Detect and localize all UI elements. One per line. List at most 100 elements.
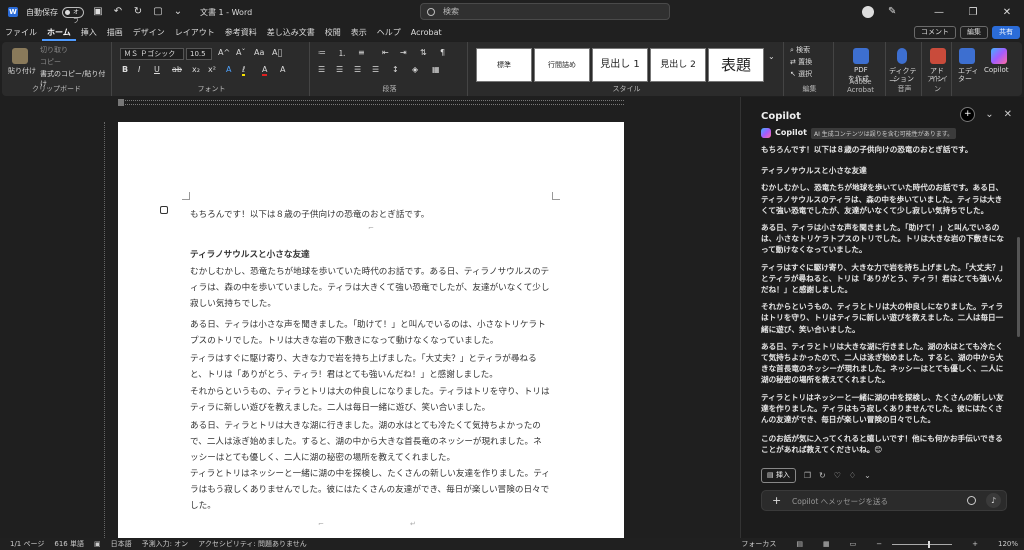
copy-icon[interactable]: ❐ [804,471,811,480]
tab-acrobat[interactable]: Acrobat [406,24,447,41]
font-size-select[interactable]: 10.5 [186,48,212,60]
line-spacing-icon[interactable]: ↕ [392,65,399,74]
indent-marker[interactable] [118,99,124,106]
decrease-indent-icon[interactable]: ⇤ [382,48,389,57]
status-accessibility[interactable]: アクセシビリティ: 問題ありません [198,539,307,549]
redo-icon[interactable]: ↻ [132,6,144,18]
bold-icon[interactable]: B [122,65,128,74]
borders-icon[interactable]: ▦ [432,65,440,74]
style-heading-1[interactable]: 見出し 1 [592,48,648,82]
pane-scrollbar[interactable] [1017,237,1020,337]
zoom-slider[interactable] [892,540,953,548]
comment-button[interactable]: コメント [914,26,956,39]
justify-icon[interactable]: ☰ [372,65,379,74]
copy-button[interactable]: コピー [40,57,61,67]
microphone-icon[interactable]: ♪ [986,493,1001,508]
copilot-ribbon-button[interactable]: Copilot [984,66,1009,74]
increase-indent-icon[interactable]: ⇥ [400,48,407,57]
thumbs-down-icon[interactable]: ♢ [849,471,856,480]
tab-mailings[interactable]: 差し込み文書 [262,24,320,41]
tab-insert[interactable]: 挿入 [76,24,102,41]
refresh-icon[interactable]: ↻ [819,471,826,480]
document-page[interactable]: もちろんです！以下は８歳の子供向けの恐竜のおとぎ話です。 ⌐ ティラノサウルスと… [118,122,624,542]
chevron-down-icon[interactable]: ⌄ [985,109,993,120]
new-chat-icon[interactable]: + [960,107,976,122]
search-box[interactable]: 検索 [420,3,670,20]
restore-button[interactable]: ❐ [956,7,990,18]
copilot-inline-icon[interactable] [160,206,168,214]
shading-icon[interactable]: ◈ [412,65,418,74]
status-page[interactable]: 1/1 ページ [10,539,44,549]
cut-button[interactable]: 切り取り [40,45,68,55]
share-button[interactable]: 共有 [992,26,1020,39]
find-button[interactable]: ⌕ 検索 [790,45,810,55]
new-doc-icon[interactable]: ▢ [152,6,164,18]
align-center-icon[interactable]: ☰ [336,65,343,74]
underline-icon[interactable]: U [154,65,160,74]
replace-button[interactable]: ⇄ 置換 [790,57,812,67]
shrink-font-icon[interactable]: Aˇ [236,48,245,57]
style-heading-2[interactable]: 見出し 2 [650,48,706,82]
status-words[interactable]: 616 単語 [54,539,84,549]
copilot-message-input[interactable]: + Copilot へメッセージを送る ♪ [761,490,1007,511]
style-no-spacing[interactable]: 行間詰め [534,48,590,82]
strikethrough-icon[interactable]: ab [172,65,182,74]
quick-access-dropdown-icon[interactable]: ⌄ [172,6,184,18]
edit-mode-button[interactable]: 編集 [960,26,988,39]
print-layout-icon[interactable]: ▦ [823,540,830,548]
zoom-out-icon[interactable]: − [876,540,882,548]
web-layout-icon[interactable]: ▭ [850,540,857,548]
minimize-button[interactable]: — [922,7,956,18]
show-marks-icon[interactable]: ¶ [440,48,445,57]
close-button[interactable]: ✕ [990,7,1024,18]
read-mode-icon[interactable]: ▤ [796,540,803,548]
multilevel-icon[interactable]: ≡ [358,48,365,57]
tab-view[interactable]: 表示 [346,24,372,41]
tab-layout[interactable]: レイアウト [170,24,220,41]
font-name-select[interactable]: ＭＳ Ｐゴシック [120,48,184,60]
status-language[interactable]: 日本語 [111,539,132,549]
autosave-toggle[interactable]: オフ [62,6,84,25]
numbering-icon[interactable]: ⒈ [338,48,346,59]
select-button[interactable]: ↖ 選択 [790,69,812,79]
align-right-icon[interactable]: ☰ [354,65,361,74]
avatar[interactable] [862,6,874,18]
status-predict[interactable]: 予測入力: オン [142,539,189,549]
bullets-icon[interactable]: ≔ [318,48,326,57]
tab-references[interactable]: 参考資料 [220,24,262,41]
thumbs-up-icon[interactable]: ♡ [834,471,841,480]
grow-font-icon[interactable]: A^ [218,48,230,57]
subscript-icon[interactable]: x₂ [192,65,200,74]
highlight-icon[interactable]: ℓ [242,65,246,76]
tab-design[interactable]: デザイン [128,24,170,41]
sort-icon[interactable]: ⇅ [420,48,427,57]
save-icon[interactable]: ▣ [92,6,104,18]
insert-button[interactable]: ▤ 挿入 [761,468,796,483]
text-effects-icon[interactable]: A [226,65,231,74]
align-left-icon[interactable]: ☰ [318,65,325,74]
paste-button[interactable]: 貼り付け [8,66,36,76]
change-case-icon[interactable]: Aa [254,48,264,57]
tab-review[interactable]: 校閲 [320,24,346,41]
tab-draw[interactable]: 描画 [102,24,128,41]
style-normal[interactable]: 標準 [476,48,532,82]
style-title[interactable]: 表題 [708,48,764,82]
tab-help[interactable]: ヘルプ [372,24,406,41]
zoom-in-icon[interactable]: + [972,540,978,548]
focus-button[interactable]: フォーカス [741,539,776,549]
status-proof-icon[interactable]: ▣ [94,540,101,548]
zoom-level[interactable]: 120% [998,540,1018,548]
tab-home[interactable]: ホーム [42,24,76,41]
undo-icon[interactable]: ↶ [112,6,124,18]
char-shading-icon[interactable]: A [280,65,285,74]
pen-icon[interactable]: ✎ [888,6,900,18]
tab-file[interactable]: ファイル [0,24,42,41]
more-icon[interactable]: ⌄ [864,471,871,480]
clear-format-icon[interactable]: A⃠ [272,48,282,57]
create-pdf-button[interactable]: PDF [854,66,868,74]
globe-icon[interactable] [967,496,976,505]
styles-more-icon[interactable]: ⌄ [768,52,775,61]
close-pane-icon[interactable]: ✕ [1004,109,1012,120]
font-color-icon[interactable]: A [262,65,268,76]
superscript-icon[interactable]: x² [208,65,216,74]
